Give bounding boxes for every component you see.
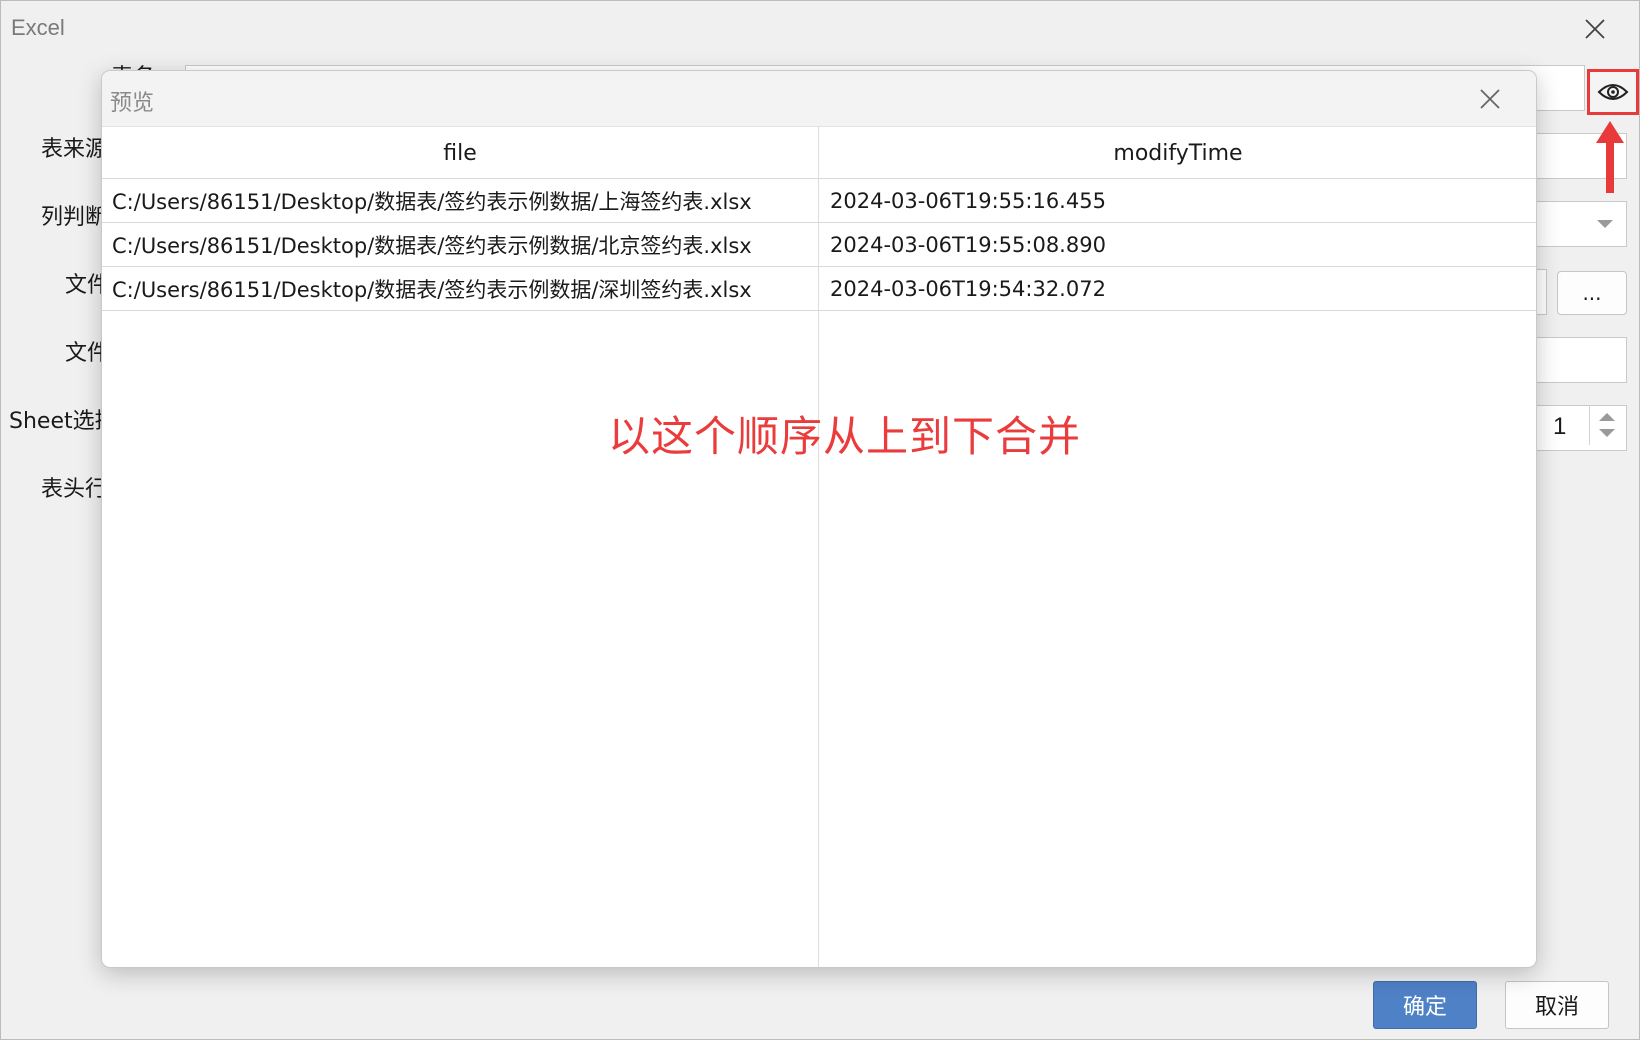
cell-file: C:/Users/86151/Desktop/数据表/签约表示例数据/北京签约表… — [112, 233, 752, 258]
close-icon — [1585, 19, 1605, 39]
cell-modify-time: 2024-03-06T19:54:32.072 — [830, 276, 1106, 301]
dialog-title: 预览 — [110, 91, 155, 116]
table-row[interactable]: C:/Users/86151/Desktop/数据表/签约表示例数据/北京签约表… — [102, 223, 1536, 267]
cell-modify-time: 2024-03-06T19:55:08.890 — [830, 232, 1106, 257]
merge-order-annotation: 以这个顺序从上到下合并 — [608, 412, 1082, 461]
preview-table: file modifyTime C:/Users/86151/Desktop/数… — [102, 127, 1536, 967]
eye-icon — [1597, 84, 1629, 100]
column-header-modifytime[interactable]: modifyTime — [819, 127, 1536, 179]
close-icon — [1480, 89, 1500, 109]
cell-file: C:/Users/86151/Desktop/数据表/签约表示例数据/上海签约表… — [112, 189, 752, 214]
table-header-row: file modifyTime — [102, 127, 1536, 179]
table-row[interactable]: C:/Users/86151/Desktop/数据表/签约表示例数据/上海签约表… — [102, 179, 1536, 223]
label-file-1: 文件 — [65, 273, 103, 298]
dialog-titlebar: 预览 — [102, 71, 1536, 127]
table-row[interactable]: C:/Users/86151/Desktop/数据表/签约表示例数据/深圳签约表… — [102, 267, 1536, 311]
label-table-source: 表来源 — [41, 137, 103, 162]
label-sheet-select: Sheet选择 — [9, 409, 103, 434]
cancel-button[interactable]: 取消 — [1505, 981, 1609, 1029]
window-title: Excel — [11, 15, 65, 40]
preview-toggle-button[interactable] — [1587, 69, 1639, 115]
ok-button[interactable]: 确定 — [1373, 981, 1477, 1029]
label-header-row: 表头行 — [41, 477, 103, 502]
column-header-file[interactable]: file — [102, 127, 818, 179]
preview-dialog: 预览 file modifyTime C:/Users/86151/Deskto… — [101, 70, 1537, 968]
spin-arrows-icon[interactable] — [1589, 405, 1624, 445]
cell-modify-time: 2024-03-06T19:55:16.455 — [830, 188, 1106, 213]
cell-file: C:/Users/86151/Desktop/数据表/签约表示例数据/深圳签约表… — [112, 277, 752, 302]
sheet-spin-value: 1 — [1553, 413, 1567, 440]
dialog-close-button[interactable] — [1472, 81, 1508, 117]
browse-button[interactable]: ... — [1557, 271, 1627, 315]
chevron-down-icon — [1597, 220, 1613, 228]
arrow-up-icon — [1596, 121, 1624, 193]
label-column-judge: 列判断 — [41, 205, 103, 230]
main-close-button[interactable] — [1577, 11, 1613, 47]
label-file-2: 文件 — [65, 341, 103, 366]
